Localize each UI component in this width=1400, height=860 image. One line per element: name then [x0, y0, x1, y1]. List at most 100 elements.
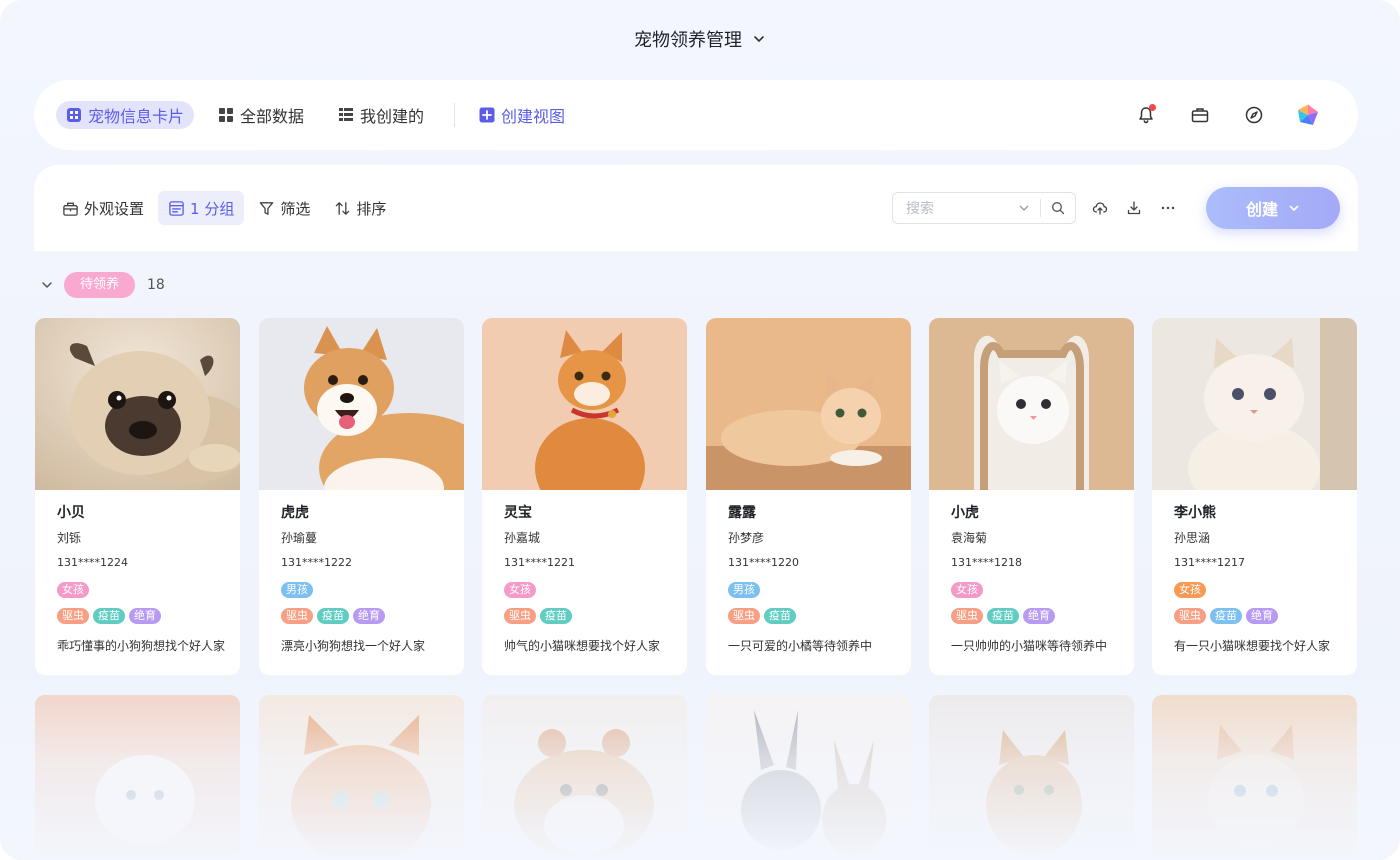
app-logo-icon [1298, 104, 1318, 125]
pet-description: 一只帅帅的小猫咪等待领养中 [951, 639, 1108, 653]
grid-icon [219, 108, 234, 122]
app-logo-button[interactable] [1296, 103, 1320, 127]
group-button[interactable]: 1 分组 [158, 191, 245, 225]
app-window: 宠物领养管理 宠物信息卡片 全部数据 我创建的 创建视图 外观设置 1 分组 筛… [0, 0, 1400, 860]
pet-card[interactable]: 小贝 刘铄 131****1224 女孩 驱虫 疫苗 绝育 乖巧懂事的小狗狗想找… [35, 318, 240, 675]
sort-button[interactable]: 排序 [324, 191, 396, 225]
owner-name: 孙梦彦 [728, 531, 765, 545]
app-title[interactable]: 宠物领养管理 [0, 26, 1400, 52]
nav-tab-pet-cards[interactable]: 宠物信息卡片 [56, 101, 195, 129]
appearance-settings-button[interactable]: 外观设置 [52, 191, 154, 225]
health-tags: 驱虫 疫苗 绝育 [951, 608, 1112, 624]
pet-card[interactable]: 李小熊 孙思涵 131****1217 女孩 驱虫 疫苗 绝育 有一只小猫咪想要… [1152, 318, 1357, 675]
fluffy-cat-photo-image [1152, 318, 1357, 490]
owner-name: 孙嘉城 [504, 531, 541, 545]
filter-icon [260, 201, 274, 215]
card-body: 露露 孙梦彦 131****1220 男孩 驱虫 疫苗 一只可爱的小橘等待领养中 [706, 490, 911, 654]
workbench-button[interactable] [1188, 103, 1212, 127]
nav-tab-label: 全部数据 [240, 107, 305, 126]
gender-row: 男孩 [728, 582, 889, 598]
filter-label: 筛选 [280, 199, 311, 218]
app-title-text: 宠物领养管理 [634, 30, 742, 51]
pet-name: 李小熊 [1174, 505, 1216, 521]
owner-name: 孙瑜蔓 [281, 531, 318, 545]
group-icon [169, 200, 184, 216]
pet-name: 小贝 [57, 505, 85, 521]
gender-row: 女孩 [951, 582, 1112, 598]
card-body: 虎虎 孙瑜蔓 131****1222 男孩 驱虫 疫苗 绝育 漂亮小狗狗想找一个… [259, 490, 464, 654]
owner-phone: 131****1218 [951, 556, 1022, 569]
create-view-label: 创建视图 [501, 107, 566, 126]
toolbar-icon-actions [1092, 200, 1176, 216]
search-placeholder: 搜索 [906, 201, 934, 217]
shiba-photo-image [259, 318, 464, 490]
nav-tab-all-data[interactable]: 全部数据 [208, 101, 314, 129]
pet-name: 虎虎 [281, 505, 309, 521]
pet-photo [929, 318, 1134, 490]
appearance-icon [63, 202, 78, 216]
tag-deworm: 驱虫 [504, 608, 536, 624]
gender-tag: 女孩 [57, 582, 89, 598]
owner-phone: 131****1221 [504, 556, 575, 569]
pug-photo-image [35, 318, 240, 490]
pet-photo [35, 318, 240, 490]
tag-vaccine: 疫苗 [93, 608, 125, 624]
chevron-down-icon [1289, 205, 1299, 211]
tag-deworm: 驱虫 [57, 608, 89, 624]
owner-name: 袁海菊 [951, 531, 988, 545]
tag-vaccine: 疫苗 [987, 608, 1019, 624]
group-header[interactable]: 待领养 18 [40, 272, 165, 298]
pet-name: 小虎 [951, 505, 979, 521]
table-icon [339, 108, 354, 121]
golden-cat-photo-image [706, 318, 911, 490]
owner-phone: 131****1217 [1174, 556, 1245, 569]
pet-description: 有一只小猫咪想要找个好人家 [1174, 639, 1331, 653]
pet-card[interactable]: 虎虎 孙瑜蔓 131****1222 男孩 驱虫 疫苗 绝育 漂亮小狗狗想找一个… [259, 318, 464, 675]
plus-square-icon [479, 107, 495, 123]
gender-row: 女孩 [57, 582, 218, 598]
gender-tag: 男孩 [728, 582, 760, 598]
download-icon[interactable] [1126, 200, 1142, 216]
nav-tab-label: 宠物信息卡片 [88, 107, 185, 126]
search-input[interactable]: 搜索 [892, 192, 1076, 224]
chevron-down-icon[interactable] [1018, 202, 1030, 214]
compass-icon [1245, 106, 1263, 124]
gender-row: 女孩 [1174, 582, 1335, 598]
explore-button[interactable] [1242, 103, 1266, 127]
owner-phone: 131****1224 [57, 556, 128, 569]
nav-tab-my-created[interactable]: 我创建的 [328, 101, 434, 129]
collapse-chevron-icon[interactable] [40, 278, 54, 292]
pet-card[interactable]: 小虎 袁海菊 131****1218 女孩 驱虫 疫苗 绝育 一只帅帅的小猫咪等… [929, 318, 1134, 675]
view-nav-bar: 宠物信息卡片 全部数据 我创建的 创建视图 [34, 80, 1358, 150]
pet-card[interactable]: 灵宝 孙嘉城 131****1221 女孩 驱虫 疫苗 帅气的小猫咪想要找个好人… [482, 318, 687, 675]
gender-tag: 女孩 [504, 582, 536, 598]
health-tags: 驱虫 疫苗 [728, 608, 889, 624]
search-button[interactable] [1041, 201, 1075, 215]
group-count: 18 [147, 277, 165, 293]
owner-phone: 131****1222 [281, 556, 352, 569]
briefcase-icon [1191, 108, 1209, 123]
tag-neuter: 绝育 [1246, 608, 1278, 624]
bottom-fade-overlay [0, 680, 1400, 860]
pet-card[interactable]: 露露 孙梦彦 131****1220 男孩 驱虫 疫苗 一只可爱的小橘等待领养中 [706, 318, 911, 675]
upload-cloud-icon[interactable] [1092, 200, 1108, 216]
create-view-button[interactable]: 创建视图 [469, 101, 575, 129]
create-record-button[interactable]: 创建 [1206, 187, 1340, 229]
pet-photo [482, 318, 687, 490]
notification-button[interactable] [1134, 103, 1158, 127]
tag-vaccine: 疫苗 [317, 608, 349, 624]
gender-tag: 男孩 [281, 582, 313, 598]
health-tags: 驱虫 疫苗 绝育 [281, 608, 442, 624]
cat-house-photo-image [929, 318, 1134, 490]
more-icon[interactable] [1160, 200, 1176, 216]
health-tags: 驱虫 疫苗 绝育 [1174, 608, 1335, 624]
pet-name: 灵宝 [504, 505, 532, 521]
pet-description: 一只可爱的小橘等待领养中 [728, 639, 873, 653]
search-icon [1052, 202, 1065, 215]
tag-vaccine: 疫苗 [1210, 608, 1242, 624]
tag-neuter: 绝育 [129, 608, 161, 624]
filter-button[interactable]: 筛选 [248, 191, 320, 225]
owner-name: 孙思涵 [1174, 531, 1211, 545]
create-record-label: 创建 [1245, 200, 1278, 219]
tag-neuter: 绝育 [1023, 608, 1055, 624]
